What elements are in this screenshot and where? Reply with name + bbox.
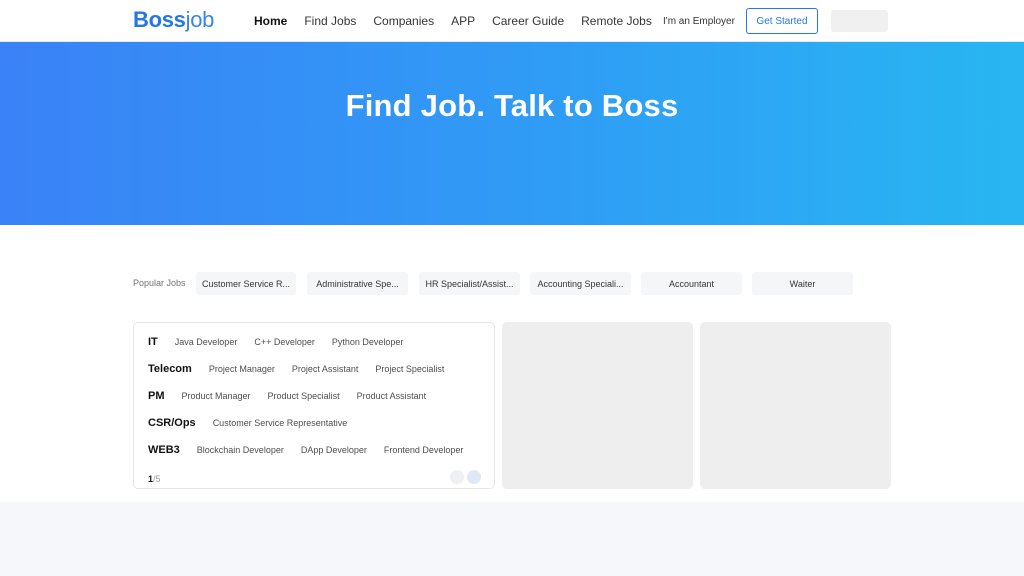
category-pager: 1/5	[148, 474, 161, 484]
category-name[interactable]: PM	[148, 390, 165, 402]
category-name[interactable]: Telecom	[148, 363, 192, 375]
popular-job-chip[interactable]: Administrative Spe...	[307, 272, 408, 295]
category-row-telecom: Telecom Project Manager Project Assistan…	[148, 363, 461, 375]
popular-job-chip[interactable]: Waiter	[752, 272, 853, 295]
category-name[interactable]: IT	[148, 336, 158, 348]
category-row-csr-ops: CSR/Ops Customer Service Representative	[148, 417, 364, 429]
loading-skeleton-card	[700, 322, 891, 489]
category-job-link[interactable]: Python Developer	[332, 337, 404, 347]
popular-job-chip[interactable]: Accounting Speciali...	[530, 272, 631, 295]
hero-title: Find Job. Talk to Boss	[345, 88, 679, 123]
category-job-link[interactable]: DApp Developer	[301, 445, 367, 455]
category-job-link[interactable]: Customer Service Representative	[213, 418, 348, 428]
loading-placeholder	[831, 10, 888, 32]
nav-companies[interactable]: Companies	[373, 14, 434, 28]
pager-next-button[interactable]	[467, 470, 481, 484]
category-job-link[interactable]: Java Developer	[175, 337, 238, 347]
top-header: Bossjob Home Find Jobs Companies APP Car…	[0, 0, 1024, 42]
category-row-pm: PM Product Manager Product Specialist Pr…	[148, 390, 443, 402]
category-row-it: IT Java Developer C++ Developer Python D…	[148, 336, 420, 348]
pager-prev-button[interactable]	[450, 470, 464, 484]
category-job-link[interactable]: Frontend Developer	[384, 445, 464, 455]
bottom-section	[0, 502, 1024, 576]
category-job-link[interactable]: Product Manager	[182, 391, 251, 401]
nav-home[interactable]: Home	[254, 14, 287, 28]
nav-remote-jobs[interactable]: Remote Jobs	[581, 14, 652, 28]
category-name[interactable]: CSR/Ops	[148, 417, 196, 429]
popular-job-chip[interactable]: HR Specialist/Assist...	[419, 272, 520, 295]
pager-total: /5	[153, 474, 161, 484]
bossjob-logo[interactable]: Bossjob	[133, 7, 214, 33]
nav-find-jobs[interactable]: Find Jobs	[304, 14, 356, 28]
category-job-link[interactable]: Blockchain Developer	[197, 445, 284, 455]
category-job-link[interactable]: C++ Developer	[254, 337, 315, 347]
popular-job-chip[interactable]: Accountant	[641, 272, 742, 295]
category-job-link[interactable]: Project Assistant	[292, 364, 359, 374]
get-started-button[interactable]: Get Started	[746, 8, 818, 34]
nav-career-guide[interactable]: Career Guide	[492, 14, 564, 28]
logo-part-job: job	[185, 7, 215, 32]
category-job-link[interactable]: Project Manager	[209, 364, 275, 374]
category-name[interactable]: WEB3	[148, 444, 180, 456]
category-job-link[interactable]: Product Specialist	[268, 391, 340, 401]
category-job-link[interactable]: Product Assistant	[357, 391, 427, 401]
job-category-card: IT Java Developer C++ Developer Python D…	[133, 322, 495, 489]
employer-link[interactable]: I'm an Employer	[663, 16, 735, 27]
loading-skeleton-card	[502, 322, 693, 489]
popular-jobs-label: Popular Jobs	[133, 278, 186, 288]
popular-job-chip[interactable]: Customer Service R...	[196, 272, 296, 295]
hero-banner: Find Job. Talk to Boss	[0, 42, 1024, 225]
category-job-link[interactable]: Project Specialist	[375, 364, 444, 374]
main-nav: Home Find Jobs Companies APP Career Guid…	[254, 14, 652, 28]
category-row-web3: WEB3 Blockchain Developer DApp Developer…	[148, 444, 480, 456]
nav-app[interactable]: APP	[451, 14, 475, 28]
logo-part-boss: Boss	[133, 7, 186, 32]
